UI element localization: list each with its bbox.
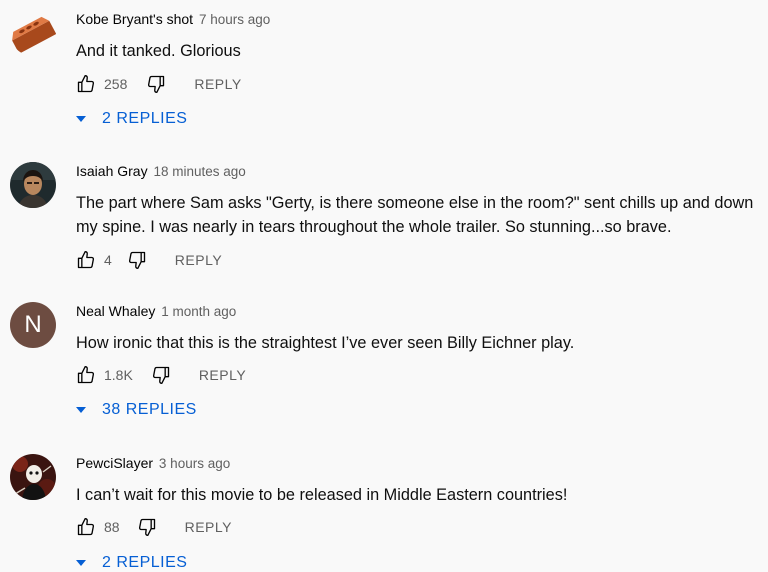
replies-label: 2 REPLIES (102, 554, 188, 571)
comment-text: And it tanked. Glorious (76, 42, 241, 60)
view-replies-button[interactable]: 2 REPLIES (76, 554, 187, 572)
timestamp[interactable]: 18 minutes ago (153, 164, 245, 179)
comment-text: I can’t wait for this movie to be releas… (76, 486, 568, 504)
timestamp[interactable]: 3 hours ago (159, 456, 230, 471)
caret-down-icon (76, 560, 86, 566)
brick-icon (10, 10, 56, 56)
reply-button[interactable]: REPLY (185, 519, 232, 535)
comment-body: PewciSlayer 3 hours ago I can’t wait for… (76, 454, 764, 571)
avatar[interactable]: N (10, 302, 56, 348)
view-replies-button[interactable]: 38 REPLIES (76, 401, 197, 419)
action-toolbar: 4 REPLY (76, 249, 222, 271)
thumbs-down-icon[interactable] (127, 250, 147, 270)
caret-down-icon (76, 116, 86, 122)
replies-label: 38 REPLIES (102, 401, 197, 418)
avatar[interactable] (10, 454, 56, 500)
reply-button[interactable]: REPLY (194, 76, 241, 92)
comment-header: Kobe Bryant's shot 7 hours ago (76, 10, 764, 29)
comment-body: Neal Whaley 1 month ago How ironic that … (76, 302, 764, 418)
comment-text: How ironic that this is the straightest … (76, 334, 575, 352)
like-count: 4 (104, 252, 112, 268)
author-name[interactable]: Isaiah Gray (76, 163, 148, 179)
comment-body: Kobe Bryant's shot 7 hours ago And it ta… (76, 10, 764, 127)
timestamp[interactable]: 1 month ago (161, 304, 236, 319)
action-toolbar: 258 REPLY (76, 73, 242, 95)
action-toolbar: 1.8K REPLY (76, 364, 246, 386)
author-name[interactable]: PewciSlayer (76, 455, 153, 471)
comment-header: PewciSlayer 3 hours ago (76, 454, 764, 473)
person-photo-icon (10, 162, 56, 208)
avatar[interactable] (10, 162, 56, 208)
reply-button[interactable]: REPLY (199, 367, 246, 383)
replies-label: 2 REPLIES (102, 110, 188, 127)
action-toolbar: 88 REPLY (76, 516, 232, 538)
thumbs-up-icon[interactable] (76, 517, 96, 537)
author-name[interactable]: Neal Whaley (76, 303, 155, 319)
like-count: 258 (104, 76, 128, 92)
comment-header: Neal Whaley 1 month ago (76, 302, 764, 321)
thumbs-up-icon[interactable] (76, 74, 96, 94)
thumbs-down-icon[interactable] (146, 74, 166, 94)
dark-figure-photo-icon (10, 454, 56, 500)
comment-text: The part where Sam asks "Gerty, is there… (76, 194, 754, 236)
caret-down-icon (76, 407, 86, 413)
view-replies-button[interactable]: 2 REPLIES (76, 110, 187, 128)
comment-body: Isaiah Gray 18 minutes ago The part wher… (76, 162, 764, 269)
reply-button[interactable]: REPLY (175, 252, 222, 268)
avatar-letter: N (24, 311, 42, 338)
thumbs-up-icon[interactable] (76, 250, 96, 270)
avatar[interactable] (10, 10, 56, 56)
thumbs-up-icon[interactable] (76, 365, 96, 385)
like-count: 88 (104, 519, 120, 535)
like-count: 1.8K (104, 367, 133, 383)
author-name[interactable]: Kobe Bryant's shot (76, 11, 193, 27)
thumbs-down-icon[interactable] (137, 517, 157, 537)
comment-header: Isaiah Gray 18 minutes ago (76, 162, 764, 181)
thumbs-down-icon[interactable] (151, 365, 171, 385)
timestamp[interactable]: 7 hours ago (199, 12, 270, 27)
